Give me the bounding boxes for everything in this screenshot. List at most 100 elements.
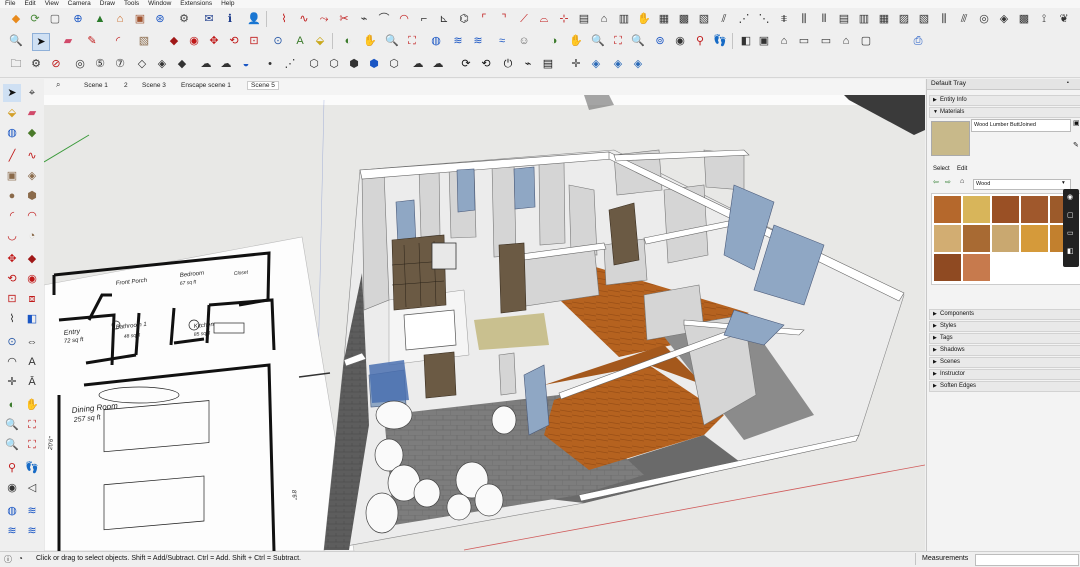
hex-solid-icon[interactable]: ⬡ xyxy=(306,56,322,72)
offset-tool-icon[interactable]: ⧈ xyxy=(23,290,41,308)
swatch[interactable] xyxy=(934,225,961,252)
extents-left-icon[interactable]: ⛶ xyxy=(23,436,41,454)
swatch[interactable] xyxy=(1021,225,1048,252)
siding-icon[interactable]: ▨ xyxy=(896,11,912,27)
look-around-tool-icon[interactable]: ◉ xyxy=(3,479,21,497)
swatch[interactable] xyxy=(934,254,961,281)
weld-icon[interactable]: ⌒ xyxy=(376,11,392,27)
move-icon[interactable]: ✥ xyxy=(206,33,222,49)
protractor-icon[interactable]: ◠ xyxy=(3,353,21,371)
panel-instructor[interactable]: ▶ Instructor xyxy=(929,369,1080,380)
loop-icon[interactable]: ◠ xyxy=(396,11,412,27)
arc-left-icon[interactable]: ◜ xyxy=(3,207,21,225)
prev-left-icon[interactable]: 🔍 xyxy=(3,436,21,454)
swatch[interactable] xyxy=(963,196,990,223)
front-view-icon[interactable]: ⌂ xyxy=(776,33,792,49)
pan-icon[interactable]: ✋ xyxy=(362,33,378,49)
joist-icon[interactable]: ⩨ xyxy=(776,11,792,27)
frame-icon[interactable]: ⫼ xyxy=(796,11,812,27)
pie-icon[interactable]: ◔ xyxy=(23,227,41,245)
panel-entity-info[interactable]: ▶ Entity Info xyxy=(929,95,1080,106)
wall-icon[interactable]: ▥ xyxy=(616,11,632,27)
walk-icon[interactable]: ✋ xyxy=(568,33,584,49)
cube-icon[interactable]: ◈ xyxy=(996,11,1012,27)
rectangle-icon[interactable]: ▧ xyxy=(136,33,152,49)
tab-scene-5[interactable]: Scene 5 xyxy=(247,81,279,90)
fence-icon[interactable]: ⫼ xyxy=(936,11,952,27)
stud-icon[interactable]: ⦀ xyxy=(816,11,832,27)
cladding-icon[interactable]: ▦ xyxy=(876,11,892,27)
beam-icon[interactable]: ⫽ xyxy=(716,11,732,27)
rotate-icon[interactable]: ⟲ xyxy=(226,33,242,49)
arc-2pt-icon[interactable]: ◠ xyxy=(23,207,41,225)
eraser-icon[interactable]: ▰ xyxy=(60,33,76,49)
pushpull-tool-icon[interactable]: ◆ xyxy=(23,250,41,268)
paint-icon[interactable]: ⬙ xyxy=(3,104,21,122)
tab-scene-2[interactable]: 2 xyxy=(124,82,128,89)
enscape-sync-icon[interactable]: ◈ xyxy=(630,56,646,72)
swatch[interactable] xyxy=(992,225,1019,252)
forward-arrow-icon[interactable]: ⇨ xyxy=(945,178,951,186)
panel-materials[interactable]: ▼ Materials xyxy=(929,107,1080,118)
curve-tool-icon[interactable]: ⌇ xyxy=(276,11,292,27)
rotate-tool-icon[interactable]: ⟲ xyxy=(3,270,21,288)
material-name-field[interactable]: Wood Lumber ButtJoined xyxy=(971,119,1071,132)
iso-view-icon[interactable]: ◧ xyxy=(738,33,754,49)
previous-view-icon[interactable]: 🔍 xyxy=(630,33,646,49)
menu-draw[interactable]: Draw xyxy=(100,0,115,8)
lattice-icon[interactable]: ▧ xyxy=(696,11,712,27)
sphere-icon[interactable]: ◎ xyxy=(976,11,992,27)
swatch[interactable] xyxy=(934,196,961,223)
scene-search-icon[interactable]: ⌕ xyxy=(56,80,60,90)
section-tool-icon[interactable]: ◁ xyxy=(23,479,41,497)
cloud-icon[interactable]: ☁ xyxy=(198,56,214,72)
next-view-icon[interactable]: ⊚ xyxy=(652,33,668,49)
swatch[interactable] xyxy=(963,254,990,281)
warehouse-tool-icon[interactable]: ◍ xyxy=(3,502,21,520)
paint-bucket-icon[interactable]: ⬙ xyxy=(312,33,328,49)
stack-icon[interactable]: ≋ xyxy=(470,33,486,49)
orbit-icon[interactable]: ◐ xyxy=(340,33,356,49)
follow-me-icon[interactable]: ⌁ xyxy=(356,11,372,27)
cloud-download-icon[interactable]: ☁ xyxy=(430,56,446,72)
arc-icon[interactable]: ⌓ xyxy=(536,11,552,27)
hex-outline-icon[interactable]: ⬡ xyxy=(326,56,342,72)
gear-icon[interactable]: ⚙ xyxy=(176,11,192,27)
look-around-icon[interactable]: ⚲ xyxy=(692,33,708,49)
measurements-input[interactable] xyxy=(975,554,1079,566)
tab-scene-3[interactable]: Scene 3 xyxy=(142,82,166,89)
position-camera-tool-icon[interactable]: ⚲ xyxy=(3,459,21,477)
walk-tool-icon[interactable]: 👣 xyxy=(23,459,41,477)
zoom-icon[interactable]: 🔍 xyxy=(8,33,24,49)
menu-window[interactable]: Window xyxy=(148,0,171,8)
drop-icon[interactable]: ◈ xyxy=(154,56,170,72)
geo-location-icon[interactable]: ◔ xyxy=(18,554,23,563)
text-icon[interactable]: A xyxy=(292,33,308,49)
panel-components[interactable]: ▶ Components xyxy=(929,309,1080,320)
info-circle-icon[interactable]: ⓘ xyxy=(4,554,12,565)
no-entry-icon[interactable]: ⊘ xyxy=(48,56,64,72)
user-icon[interactable]: 👤 xyxy=(246,11,262,27)
back-arrow-icon[interactable]: ⇦ xyxy=(933,178,939,186)
warehouse-3d-icon[interactable]: ◍ xyxy=(428,33,444,49)
folder-icon[interactable]: 🗀 xyxy=(8,56,24,72)
hex-blue-icon[interactable]: ⬢ xyxy=(366,56,382,72)
floor-icon[interactable]: ▥ xyxy=(856,11,872,27)
seventy-five-icon[interactable]: ⑦ xyxy=(112,56,128,72)
menu-tools[interactable]: Tools xyxy=(124,0,139,8)
corner-icon[interactable]: ⌜ xyxy=(476,11,492,27)
camera-icon[interactable]: ⎙ xyxy=(910,33,926,49)
rect-tool-icon[interactable]: ▣ xyxy=(3,167,21,185)
solid-tools-icon[interactable]: ◧ xyxy=(23,310,41,328)
truss-icon[interactable]: ⋱ xyxy=(756,11,772,27)
circle-icon[interactable]: ● xyxy=(3,187,21,205)
scissors-icon[interactable]: ✂ xyxy=(336,11,352,27)
path-tool-icon[interactable]: ∿ xyxy=(296,11,312,27)
panel-toggle-icon[interactable]: ▭ xyxy=(1067,229,1074,237)
tab-edit[interactable]: Edit xyxy=(957,166,967,172)
tab-select[interactable]: Select xyxy=(933,166,950,172)
zoom-window-left-icon[interactable]: ⛶ xyxy=(23,416,41,434)
select-arrow-icon[interactable]: ➤ xyxy=(32,33,50,51)
3d-text-icon[interactable]: Ā xyxy=(23,373,41,391)
swatch[interactable] xyxy=(1021,196,1048,223)
